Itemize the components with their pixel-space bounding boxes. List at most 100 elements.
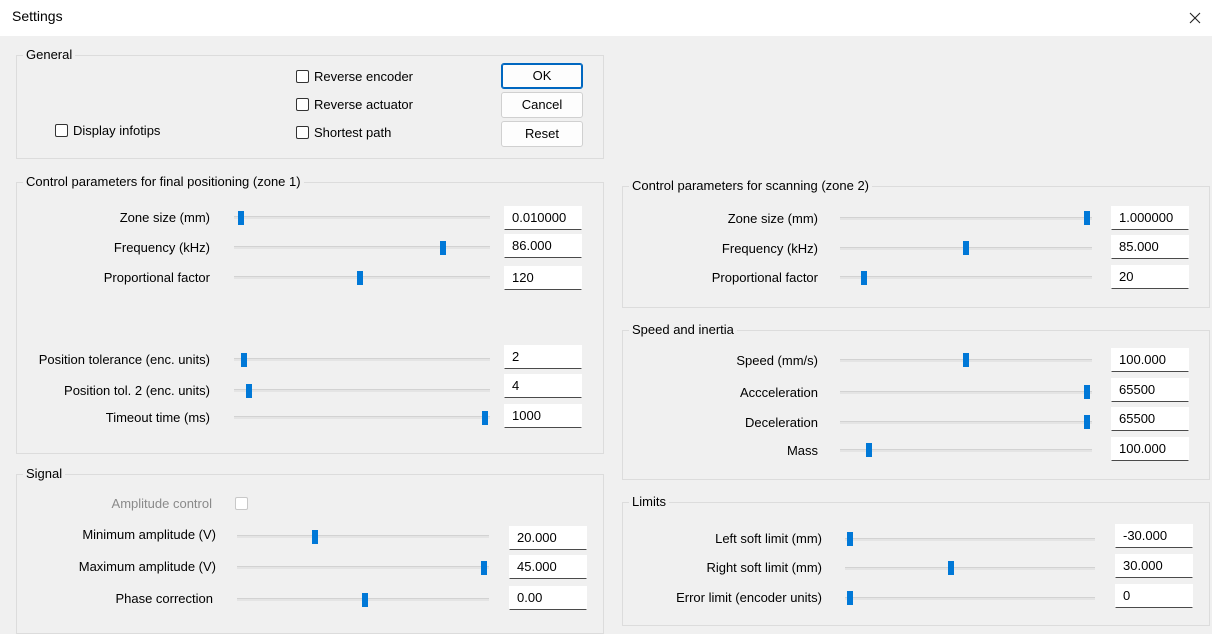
zone1-position-tolerance-input[interactable]: 2 xyxy=(504,345,582,369)
left-soft-limit-input[interactable]: -30.000 xyxy=(1115,524,1193,548)
cancel-button[interactable]: Cancel xyxy=(501,92,583,118)
reverse-actuator-label: Reverse actuator xyxy=(314,97,413,112)
error-limit-thumb[interactable] xyxy=(847,591,853,605)
max-amplitude-label: Maximum amplitude (V) xyxy=(78,559,216,574)
acceleration-input[interactable]: 65500 xyxy=(1111,378,1189,402)
zone1-position-tolerance-label: Position tolerance (enc. units) xyxy=(38,352,210,367)
limits-group-title: Limits xyxy=(629,494,669,510)
speed-thumb[interactable] xyxy=(963,353,969,367)
mass-label: Mass xyxy=(786,443,818,458)
signal-group-title: Signal xyxy=(23,466,66,482)
zone1-timeout-label: Timeout time (ms) xyxy=(105,410,210,425)
mass-input[interactable]: 100.000 xyxy=(1111,437,1189,461)
reset-button[interactable]: Reset xyxy=(501,121,583,147)
zone2-zone-size-label: Zone size (mm) xyxy=(727,211,818,226)
zone2-proportional-factor-thumb[interactable] xyxy=(861,271,868,285)
window-title: Settings xyxy=(12,8,63,24)
speed-input[interactable]: 100.000 xyxy=(1111,348,1189,372)
phase-correction-label: Phase correction xyxy=(115,591,213,606)
acceleration-slider[interactable] xyxy=(840,391,1092,394)
zone2-zone-size-slider[interactable] xyxy=(840,217,1092,220)
zone1-frequency-thumb[interactable] xyxy=(440,241,447,255)
zone1-group-title: Control parameters for final positioning… xyxy=(23,174,304,190)
zone2-group-title: Control parameters for scanning (zone 2) xyxy=(629,178,873,194)
left-soft-limit-slider[interactable] xyxy=(845,538,1095,541)
zone1-position-tol2-slider[interactable] xyxy=(234,389,490,392)
zone1-timeout-thumb[interactable] xyxy=(482,411,488,425)
reverse-encoder-box[interactable] xyxy=(296,70,309,83)
phase-correction-thumb[interactable] xyxy=(362,593,369,607)
zone2-zone-size-thumb[interactable] xyxy=(1084,211,1090,225)
min-amplitude-label: Minimum amplitude (V) xyxy=(82,527,216,542)
zone1-proportional-factor-label: Proportional factor xyxy=(103,270,210,285)
shortest-path-label: Shortest path xyxy=(314,125,392,140)
zone2-proportional-factor-label: Proportional factor xyxy=(711,270,818,285)
min-amplitude-thumb[interactable] xyxy=(311,530,318,544)
zone1-position-tolerance-slider[interactable] xyxy=(234,358,490,361)
zone1-timeout-input[interactable]: 1000 xyxy=(504,404,582,428)
zone2-zone-size-input[interactable]: 1.000000 xyxy=(1111,206,1189,230)
phase-correction-input[interactable]: 0.00 xyxy=(509,586,587,610)
speed-label: Speed (mm/s) xyxy=(736,353,818,368)
display-infotips-label: Display infotips xyxy=(73,123,161,138)
zone1-timeout-slider[interactable] xyxy=(234,416,490,419)
zone2-proportional-factor-input[interactable]: 20 xyxy=(1111,265,1189,289)
zone1-frequency-slider[interactable] xyxy=(234,246,490,249)
max-amplitude-input[interactable]: 45.000 xyxy=(509,555,587,579)
zone2-frequency-label: Frequency (kHz) xyxy=(721,241,818,256)
ok-button[interactable]: OK xyxy=(501,63,583,89)
mass-thumb[interactable] xyxy=(866,443,873,457)
error-limit-label: Error limit (encoder units) xyxy=(676,590,822,605)
deceleration-slider[interactable] xyxy=(840,421,1092,424)
zone1-position-tol2-thumb[interactable] xyxy=(245,384,252,398)
zone1-frequency-input[interactable]: 86.000 xyxy=(504,234,582,258)
general-group-title: General xyxy=(23,47,76,63)
right-soft-limit-slider[interactable] xyxy=(845,567,1095,570)
close-button[interactable] xyxy=(1178,0,1212,36)
deceleration-thumb[interactable] xyxy=(1084,415,1090,429)
display-infotips-box[interactable] xyxy=(55,124,68,137)
left-soft-limit-thumb[interactable] xyxy=(847,532,853,546)
zone1-zone-size-slider[interactable] xyxy=(234,216,490,219)
zone1-position-tol2-input[interactable]: 4 xyxy=(504,374,582,398)
right-soft-limit-input[interactable]: 30.000 xyxy=(1115,554,1193,578)
zone1-proportional-factor-thumb[interactable] xyxy=(356,271,363,285)
max-amplitude-thumb[interactable] xyxy=(481,561,487,575)
error-limit-input[interactable]: 0 xyxy=(1115,584,1193,608)
zone1-zone-size-thumb[interactable] xyxy=(238,211,245,225)
speed-inertia-group-title: Speed and inertia xyxy=(629,322,737,338)
deceleration-label: Deceleration xyxy=(745,415,818,430)
shortest-path-checkbox[interactable]: Shortest path xyxy=(296,125,391,140)
reverse-actuator-box[interactable] xyxy=(296,98,309,111)
signal-group: Signal xyxy=(16,466,604,634)
reverse-encoder-label: Reverse encoder xyxy=(314,69,413,84)
zone1-position-tol2-label: Position tol. 2 (enc. units) xyxy=(64,383,210,398)
left-soft-limit-label: Left soft limit (mm) xyxy=(715,531,822,546)
title-bar: Settings xyxy=(0,0,1212,36)
mass-slider[interactable] xyxy=(840,449,1092,452)
min-amplitude-input[interactable]: 20.000 xyxy=(509,526,587,550)
max-amplitude-slider[interactable] xyxy=(237,566,489,569)
zone1-proportional-factor-input[interactable]: 120 xyxy=(504,266,582,290)
zone1-position-tolerance-thumb[interactable] xyxy=(240,353,247,367)
zone1-frequency-label: Frequency (kHz) xyxy=(113,240,210,255)
reverse-actuator-checkbox[interactable]: Reverse actuator xyxy=(296,97,413,112)
min-amplitude-slider[interactable] xyxy=(237,535,489,538)
amplitude-control-label: Amplitude control xyxy=(111,496,212,511)
acceleration-label: Accceleration xyxy=(739,385,818,400)
zone2-frequency-thumb[interactable] xyxy=(963,241,969,255)
zone1-zone-size-label: Zone size (mm) xyxy=(119,210,210,225)
close-icon xyxy=(1189,12,1201,24)
zone2-proportional-factor-slider[interactable] xyxy=(840,276,1092,279)
zone1-zone-size-input[interactable]: 0.010000 xyxy=(504,206,582,230)
display-infotips-checkbox[interactable]: Display infotips xyxy=(55,123,160,138)
shortest-path-box[interactable] xyxy=(296,126,309,139)
acceleration-thumb[interactable] xyxy=(1084,385,1090,399)
amplitude-control-checkbox[interactable] xyxy=(235,497,248,510)
zone2-frequency-input[interactable]: 85.000 xyxy=(1111,235,1189,259)
error-limit-slider[interactable] xyxy=(845,597,1095,600)
deceleration-input[interactable]: 65500 xyxy=(1111,407,1189,431)
reverse-encoder-checkbox[interactable]: Reverse encoder xyxy=(296,69,413,84)
right-soft-limit-thumb[interactable] xyxy=(947,561,954,575)
right-soft-limit-label: Right soft limit (mm) xyxy=(706,560,822,575)
